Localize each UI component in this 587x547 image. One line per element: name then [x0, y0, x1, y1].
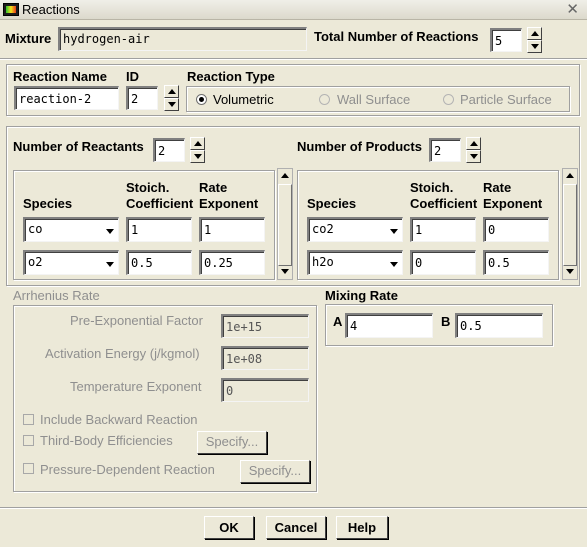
volumetric-radio[interactable] [196, 94, 207, 105]
pressure-dependent-checkbox [23, 463, 34, 474]
stepper-down-icon[interactable] [527, 40, 542, 53]
product-species-select[interactable]: co2 [307, 217, 403, 242]
products-stoich-header: Stoich. Coefficient [410, 180, 478, 211]
product-species-select[interactable]: h2o [307, 250, 403, 275]
reactant-rate-input[interactable]: 1 [199, 217, 265, 242]
particle-surface-radio [443, 94, 454, 105]
stepper-down-icon[interactable] [190, 150, 205, 163]
reactions-dialog: Reactions ✕ Mixture hydrogen-air Total N… [0, 0, 587, 547]
total-reactions-input[interactable]: 5 [490, 28, 522, 52]
particle-surface-label: Particle Surface [460, 92, 552, 107]
reactants-scrollbar[interactable] [277, 168, 293, 280]
reaction-name-input[interactable]: reaction-2 [14, 86, 119, 110]
wall-surface-radio [319, 94, 330, 105]
reactants-species-header: Species [23, 196, 73, 211]
window-title: Reactions [22, 2, 80, 17]
num-reactants-stepper[interactable] [190, 137, 205, 163]
pressure-dependent-label: Pressure-Dependent Reaction [40, 462, 215, 477]
ok-button[interactable]: OK [204, 516, 254, 539]
stepper-up-icon[interactable] [164, 85, 179, 98]
product-stoich-input[interactable]: 0 [410, 250, 476, 275]
id-stepper[interactable] [164, 85, 179, 111]
num-products-label: Number of Products [297, 139, 422, 154]
cancel-button[interactable]: Cancel [266, 516, 326, 539]
divider [0, 507, 587, 509]
reactant-stoich-input[interactable]: 1 [126, 217, 192, 242]
scroll-thumb [563, 184, 577, 266]
temp-exp-label: Temperature Exponent [70, 379, 202, 394]
mixing-b-label: B [441, 314, 451, 329]
mixing-rate-label: Mixing Rate [325, 288, 398, 303]
products-rate-header: Rate Exponent [483, 180, 543, 211]
product-rate-input[interactable]: 0 [483, 217, 549, 242]
mixture-field: hydrogen-air [58, 27, 307, 51]
activation-energy-label: Activation Energy (j/kgmol) [45, 346, 200, 361]
close-icon[interactable]: ✕ [566, 0, 579, 18]
id-label: ID [126, 69, 139, 84]
temp-exp-field: 0 [221, 378, 309, 402]
reactant-rate-input[interactable]: 0.25 [199, 250, 265, 275]
reactant-stoich-input[interactable]: 0.5 [126, 250, 192, 275]
mixing-b-input[interactable]: 0.5 [455, 313, 543, 338]
wall-surface-label: Wall Surface [337, 92, 411, 107]
arrhenius-label: Arrhenius Rate [13, 288, 100, 303]
products-scrollbar[interactable] [562, 168, 578, 280]
pre-exp-field: 1e+15 [221, 314, 309, 338]
num-reactants-label: Number of Reactants [13, 139, 144, 154]
reactant-species-select[interactable]: co [23, 217, 119, 242]
product-rate-input[interactable]: 0.5 [483, 250, 549, 275]
num-products-input[interactable]: 2 [429, 138, 461, 162]
mixture-label: Mixture [5, 31, 52, 46]
stepper-up-icon[interactable] [466, 137, 481, 150]
volumetric-label[interactable]: Volumetric [213, 92, 274, 107]
reaction-type-label: Reaction Type [187, 69, 275, 84]
scroll-up-icon [563, 169, 577, 183]
title-bar: Reactions ✕ [0, 0, 587, 20]
scroll-down-icon [563, 265, 577, 279]
scroll-down-icon [278, 265, 292, 279]
chevron-down-icon [106, 262, 114, 267]
stepper-down-icon[interactable] [466, 150, 481, 163]
backward-reaction-label: Include Backward Reaction [40, 412, 198, 427]
total-reactions-label: Total Number of Reactions [314, 29, 479, 44]
scroll-thumb [278, 184, 292, 266]
mixing-a-input[interactable]: 4 [345, 313, 433, 338]
stepper-up-icon[interactable] [190, 137, 205, 150]
chevron-down-icon [390, 262, 398, 267]
reactants-rate-header: Rate Exponent [199, 180, 259, 211]
fluent-app-icon [3, 3, 19, 16]
num-products-stepper[interactable] [466, 137, 481, 163]
pre-exp-label: Pre-Exponential Factor [70, 313, 203, 328]
total-reactions-stepper[interactable] [527, 27, 542, 53]
third-body-label: Third-Body Efficiencies [40, 433, 173, 448]
stepper-down-icon[interactable] [164, 98, 179, 111]
third-body-checkbox [23, 435, 34, 446]
reactant-species-select[interactable]: o2 [23, 250, 119, 275]
chevron-down-icon [106, 229, 114, 234]
product-stoich-input[interactable]: 1 [410, 217, 476, 242]
products-species-header: Species [307, 196, 357, 211]
id-input[interactable]: 2 [126, 86, 158, 110]
divider [0, 58, 587, 60]
stepper-up-icon[interactable] [527, 27, 542, 40]
help-button[interactable]: Help [336, 516, 388, 539]
reactants-stoich-header: Stoich. Coefficient [126, 180, 194, 211]
reaction-name-label: Reaction Name [13, 69, 107, 84]
activation-energy-field: 1e+08 [221, 346, 309, 370]
chevron-down-icon [390, 229, 398, 234]
third-body-specify-button: Specify... [197, 431, 267, 454]
num-reactants-input[interactable]: 2 [153, 138, 185, 162]
scroll-up-icon [278, 169, 292, 183]
pressure-specify-button: Specify... [240, 460, 310, 483]
mixing-a-label: A [333, 314, 343, 329]
backward-reaction-checkbox [23, 414, 34, 425]
